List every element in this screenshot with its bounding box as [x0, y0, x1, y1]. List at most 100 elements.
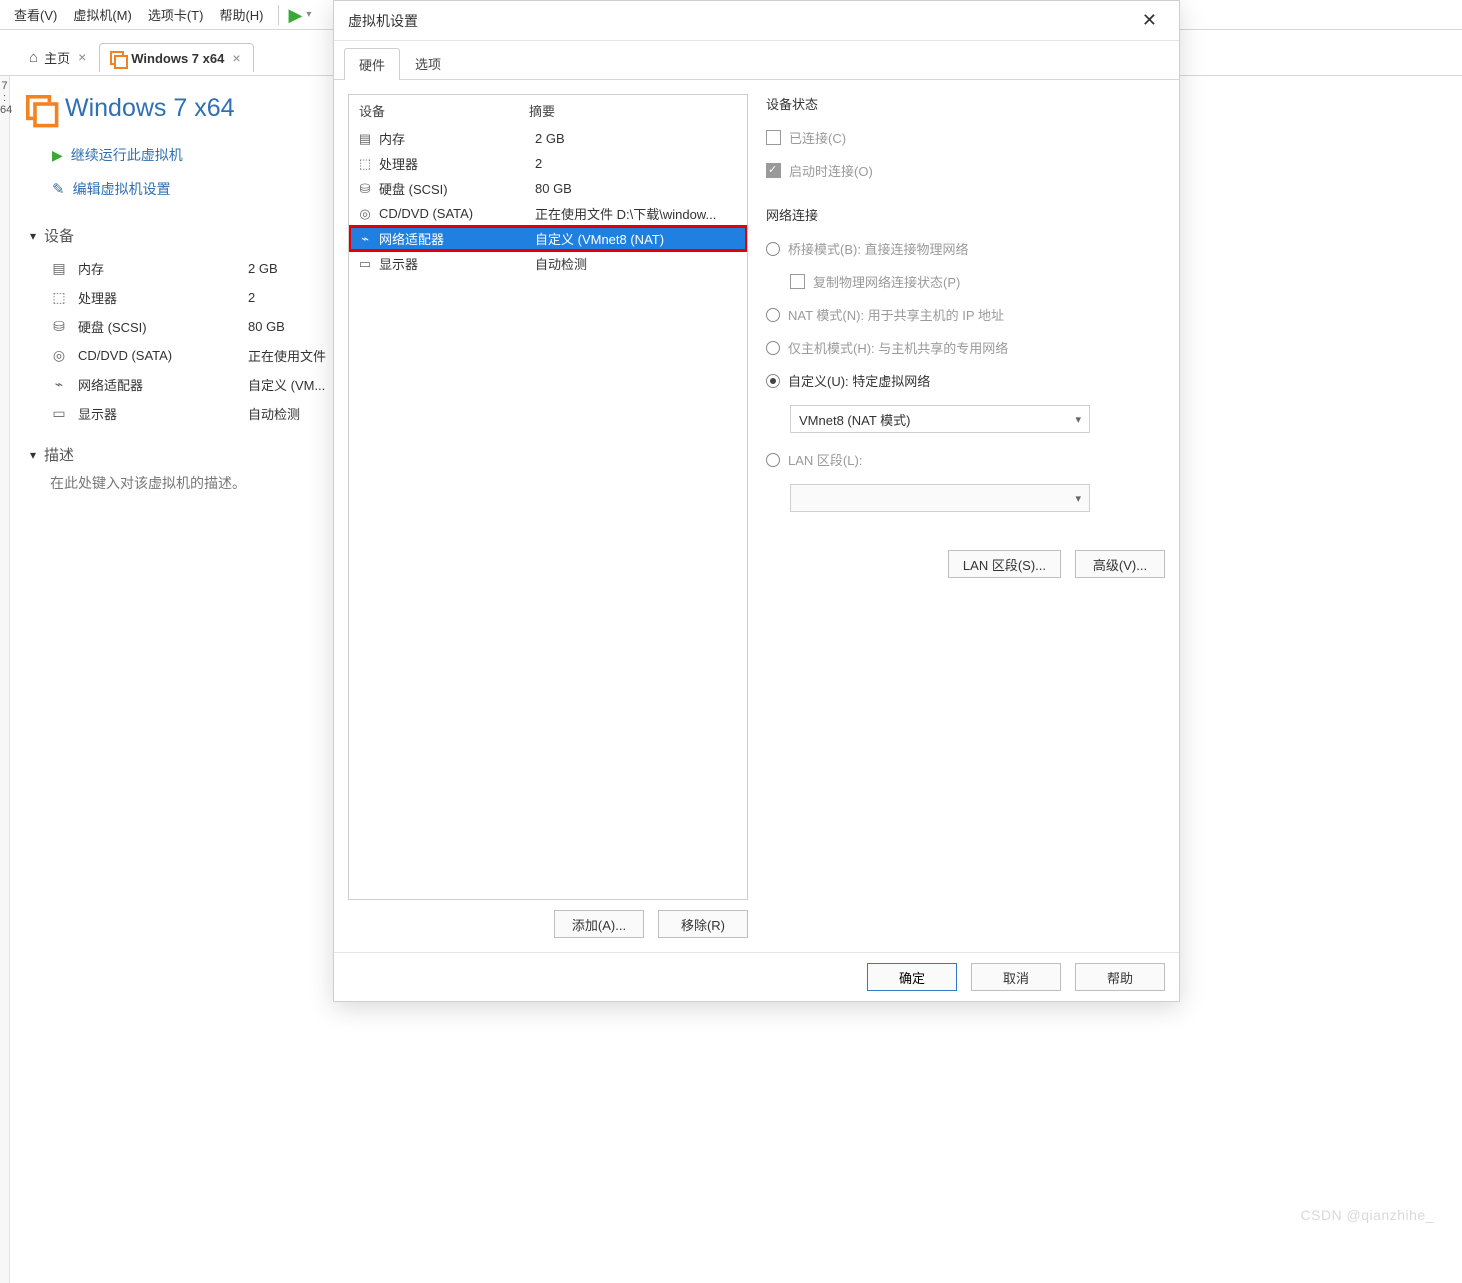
menu-view[interactable]: 查看(V) [6, 1, 65, 28]
radio-lan: LAN 区段(L): [766, 447, 1165, 472]
device-icon [357, 181, 373, 197]
radio-bridged-label: 桥接模式(B): 直接连接物理网络 [788, 239, 969, 258]
device-icon [357, 256, 373, 272]
radio-custom[interactable]: 自定义(U): 特定虚拟网络 [766, 368, 1165, 393]
home-icon: ⌂ [29, 49, 38, 66]
cancel-button[interactable]: 取消 [971, 963, 1061, 991]
play-icon[interactable]: ▶ [285, 6, 307, 24]
device-label: 硬盘 (SCSI) [78, 317, 238, 336]
hardware-row-label: 内存 [379, 129, 529, 148]
radio-hostonly: 仅主机模式(H): 与主机共享的专用网络 [766, 335, 1165, 360]
menu-separator [278, 5, 279, 25]
play-small-icon: ▶ [52, 147, 63, 164]
hardware-row[interactable]: 显示器自动检测 [349, 251, 747, 276]
checkbox-checked-icon [766, 163, 781, 178]
play-dropdown-icon[interactable]: ▾ [306, 9, 311, 20]
tab-vm-close-icon[interactable]: × [230, 50, 242, 66]
ok-button[interactable]: 确定 [867, 963, 957, 991]
menu-help[interactable]: 帮助(H) [211, 1, 271, 28]
device-value: 2 GB [248, 261, 278, 276]
dialog-tab-hardware[interactable]: 硬件 [344, 48, 400, 80]
hardware-list-panel: 设备 摘要 内存2 GB处理器2硬盘 (SCSI)80 GBCD/DVD (SA… [348, 94, 748, 938]
section-devices-label: 设备 [44, 225, 74, 246]
hardware-row-label: 网络适配器 [379, 229, 529, 248]
remove-hardware-button[interactable]: 移除(R) [658, 910, 748, 938]
edit-icon: ✎ [52, 180, 65, 198]
vm-title-text: Windows 7 x64 [65, 94, 235, 123]
device-icon [50, 405, 68, 422]
advanced-button[interactable]: 高级(V)... [1075, 550, 1165, 578]
device-value: 自动检测 [248, 404, 300, 423]
lan-segments-button[interactable]: LAN 区段(S)... [948, 550, 1061, 578]
device-value: 2 [248, 290, 255, 305]
dialog-tab-options[interactable]: 选项 [400, 47, 456, 79]
device-value: 自定义 (VM... [248, 375, 325, 394]
hardware-row-label: 显示器 [379, 254, 529, 273]
hardware-row[interactable]: 内存 2 GB [349, 126, 747, 151]
device-label: 内存 [78, 259, 238, 278]
radio-icon [766, 308, 780, 322]
checkbox-icon [766, 130, 781, 145]
device-icon [50, 347, 68, 364]
tab-home-close-icon[interactable]: × [76, 49, 88, 65]
radio-lan-label: LAN 区段(L): [788, 450, 862, 469]
tab-home-label: 主页 [44, 48, 70, 67]
device-value: 80 GB [248, 319, 285, 334]
device-label: CD/DVD (SATA) [78, 348, 238, 363]
radio-icon [766, 453, 780, 467]
vm-large-icon [26, 95, 53, 122]
radio-nat-label: NAT 模式(N): 用于共享主机的 IP 地址 [788, 305, 1004, 324]
device-icon [357, 131, 373, 147]
menu-vm[interactable]: 虚拟机(M) [65, 1, 140, 28]
device-label: 显示器 [78, 404, 238, 423]
device-icon [357, 231, 373, 247]
left-sidebar: 7 : 64 [0, 76, 10, 1283]
tab-vm[interactable]: Windows 7 x64 × [99, 43, 253, 72]
hardware-row-value: 正在使用文件 D:\下载\window... [535, 204, 716, 223]
device-icon [50, 289, 68, 306]
col-device: 设备 [359, 101, 529, 120]
caret-down-icon: ▾ [30, 229, 36, 243]
custom-network-value: VMnet8 (NAT 模式) [799, 410, 910, 429]
hardware-row[interactable]: 处理器 2 [349, 151, 747, 176]
vm-settings-dialog: 虚拟机设置 ✕ 硬件 选项 设备 摘要 内存2 GB处理器2硬盘 (SCSI)8… [333, 0, 1180, 1002]
hardware-row-label: CD/DVD (SATA) [379, 206, 529, 221]
tab-vm-label: Windows 7 x64 [131, 51, 224, 66]
device-value: 正在使用文件 [248, 346, 326, 365]
dialog-tab-hardware-label: 硬件 [359, 58, 385, 73]
hardware-row-value: 自动检测 [535, 254, 587, 273]
radio-icon [766, 242, 780, 256]
chk-connected-label: 已连接(C) [789, 128, 846, 147]
hardware-row-label: 硬盘 (SCSI) [379, 179, 529, 198]
hardware-row-value: 2 [535, 156, 542, 171]
action-edit-label: 编辑虚拟机设置 [73, 179, 171, 199]
hardware-row[interactable]: 硬盘 (SCSI)80 GB [349, 176, 747, 201]
network-title: 网络连接 [766, 205, 1165, 224]
hardware-row-value: 2 GB [535, 131, 565, 146]
sidebar-hint: 7 : 64 [0, 76, 9, 120]
radio-selected-icon [766, 374, 780, 388]
tab-home[interactable]: ⌂ 主页 × [18, 41, 99, 73]
chevron-down-icon: ▾ [1075, 413, 1081, 426]
custom-network-combo[interactable]: VMnet8 (NAT 模式) ▾ [790, 405, 1090, 433]
menu-tabs[interactable]: 选项卡(T) [140, 1, 212, 28]
device-label: 网络适配器 [78, 375, 238, 394]
hardware-row[interactable]: 网络适配器自定义 (VMnet8 (NAT) [349, 226, 747, 251]
hardware-list[interactable]: 设备 摘要 内存2 GB处理器2硬盘 (SCSI)80 GBCD/DVD (SA… [348, 94, 748, 900]
add-hardware-button[interactable]: 添加(A)... [554, 910, 644, 938]
dialog-close-icon[interactable]: ✕ [1134, 8, 1165, 33]
dialog-title: 虚拟机设置 [348, 11, 418, 31]
device-icon [50, 260, 68, 277]
chk-replicate-label: 复制物理网络连接状态(P) [813, 272, 960, 291]
hardware-row[interactable]: CD/DVD (SATA) 正在使用文件 D:\下载\window... [349, 201, 747, 226]
dialog-titlebar: 虚拟机设置 ✕ [334, 1, 1179, 41]
checkbox-icon [790, 274, 805, 289]
help-button[interactable]: 帮助 [1075, 963, 1165, 991]
section-desc-label: 描述 [44, 444, 74, 465]
chk-connect-at-power-label: 启动时连接(O) [789, 161, 873, 180]
device-label: 处理器 [78, 288, 238, 307]
device-icon [357, 206, 373, 222]
dialog-tab-options-label: 选项 [415, 57, 441, 72]
hardware-row-label: 处理器 [379, 154, 529, 173]
action-run-label: 继续运行此虚拟机 [71, 145, 183, 165]
